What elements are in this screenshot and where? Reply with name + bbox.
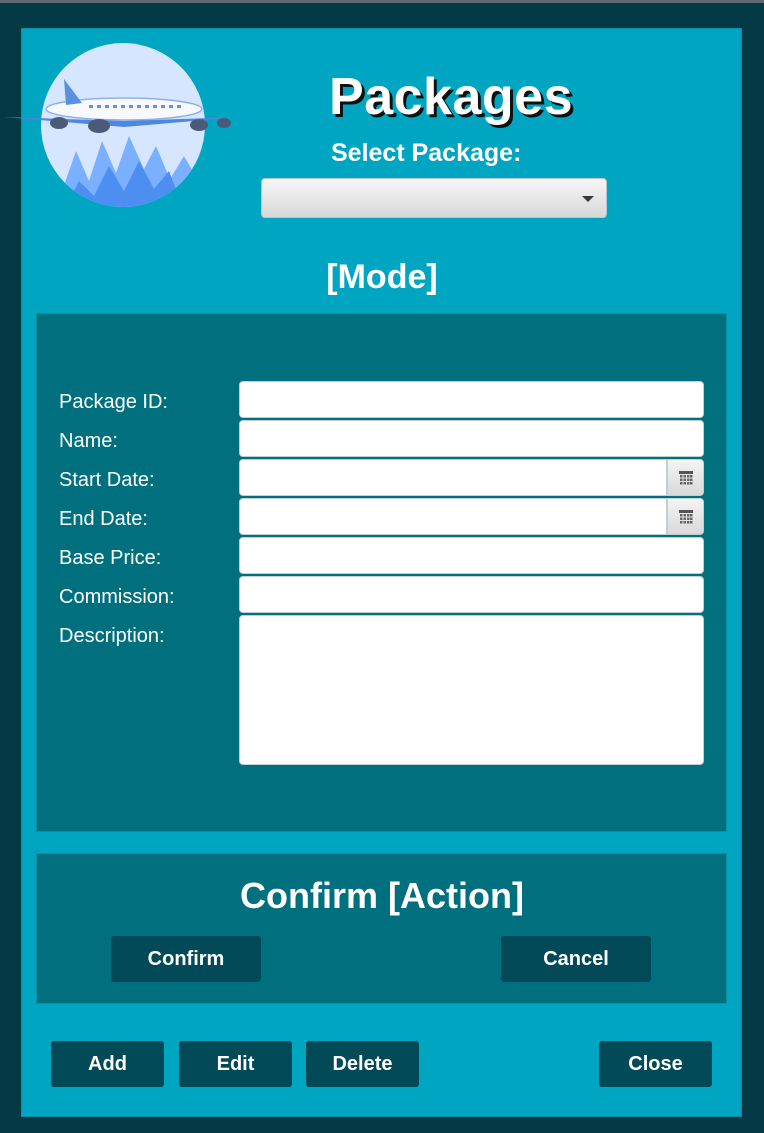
name-input[interactable] — [239, 420, 704, 457]
mode-label: [Mode] — [326, 258, 438, 296]
end-date-picker-button[interactable] — [667, 498, 704, 535]
delete-button[interactable]: Delete — [306, 1041, 419, 1087]
description-label: Description: — [59, 625, 165, 647]
base-price-input[interactable] — [239, 537, 704, 574]
add-button[interactable]: Add — [51, 1041, 164, 1087]
commission-label: Commission: — [59, 586, 175, 608]
chevron-down-icon — [582, 196, 594, 202]
edit-button[interactable]: Edit — [179, 1041, 292, 1087]
commission-input[interactable] — [239, 576, 704, 613]
close-button[interactable]: Close — [599, 1041, 712, 1087]
calendar-icon — [678, 470, 693, 484]
page-title: Packages — [329, 68, 573, 126]
end-date-label: End Date: — [59, 508, 148, 530]
start-date-input[interactable] — [239, 459, 667, 496]
app-window: Packages Select Package: [Mode] Package … — [0, 0, 764, 1133]
start-date-label: Start Date: — [59, 469, 155, 491]
select-package-label: Select Package: — [331, 139, 522, 167]
calendar-icon — [678, 509, 693, 523]
end-date-input[interactable] — [239, 498, 667, 535]
confirm-action-title: Confirm [Action] — [240, 875, 524, 916]
package-id-input[interactable] — [239, 381, 704, 418]
description-textarea[interactable] — [239, 615, 704, 765]
name-label: Name: — [59, 430, 118, 452]
base-price-label: Base Price: — [59, 547, 162, 569]
package-id-label: Package ID: — [59, 391, 168, 413]
confirm-button[interactable]: Confirm — [111, 936, 261, 982]
start-date-picker-button[interactable] — [667, 459, 704, 496]
cancel-button[interactable]: Cancel — [501, 936, 651, 982]
package-select[interactable] — [261, 178, 607, 218]
